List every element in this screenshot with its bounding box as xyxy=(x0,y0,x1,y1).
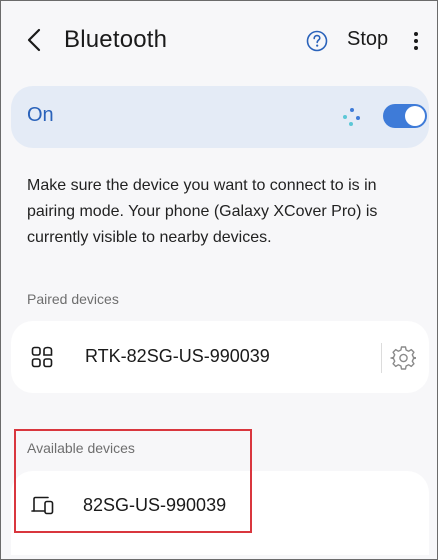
available-device-name: 82SG-US-990039 xyxy=(83,495,227,515)
device-grid-icon xyxy=(31,346,53,368)
bluetooth-screen: Bluetooth Stop On Make sure the device y… xyxy=(0,0,438,560)
app-bar: Bluetooth Stop xyxy=(1,1,437,77)
bluetooth-toggle-row[interactable]: On xyxy=(11,86,429,148)
paired-device-name: RTK-82SG-US-990039 xyxy=(85,346,270,366)
scanning-dots-icon xyxy=(341,106,363,128)
page-title: Bluetooth xyxy=(64,26,168,53)
computer-phone-icon xyxy=(31,495,55,517)
help-circle-icon[interactable] xyxy=(306,30,328,52)
paired-devices-header: Paired devices xyxy=(27,291,119,307)
bluetooth-status-label: On xyxy=(27,104,54,126)
visibility-description: Make sure the device you want to connect… xyxy=(27,177,378,246)
bluetooth-switch[interactable] xyxy=(383,104,427,128)
chevron-left-icon[interactable] xyxy=(23,25,45,55)
paired-device-row[interactable]: RTK-82SG-US-990039 xyxy=(11,321,429,393)
available-devices-header: Available devices xyxy=(27,440,135,456)
more-vertical-icon[interactable] xyxy=(409,29,423,53)
switch-knob xyxy=(405,106,425,126)
stop-button[interactable]: Stop xyxy=(347,28,388,51)
row-divider xyxy=(381,343,382,373)
available-device-row[interactable]: 82SG-US-990039 xyxy=(11,471,429,555)
gear-icon[interactable] xyxy=(390,345,418,371)
